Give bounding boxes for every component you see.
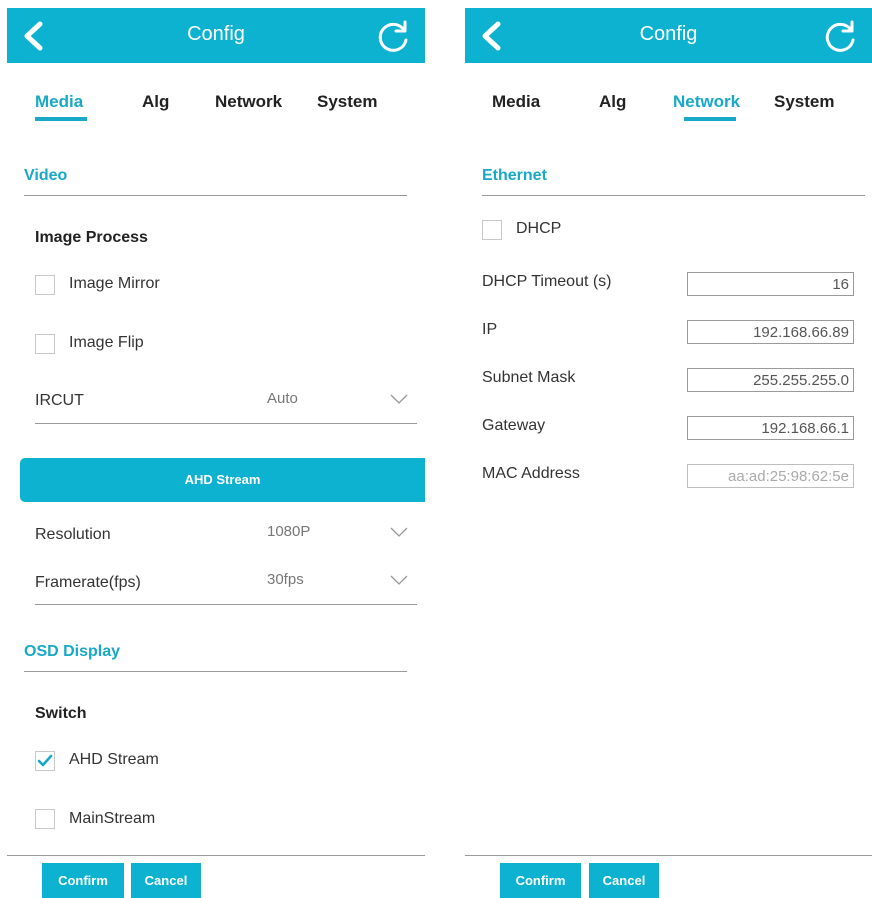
section-title-osd: OSD Display — [24, 643, 121, 660]
gateway-label: Gateway — [482, 417, 546, 434]
tab-alg[interactable]: Alg — [599, 92, 626, 112]
chevron-down-icon[interactable] — [390, 575, 408, 585]
app-header: Config — [465, 8, 872, 63]
image-flip-checkbox[interactable] — [35, 334, 55, 354]
row-divider — [35, 423, 417, 424]
subnet-mask-field[interactable] — [687, 368, 854, 392]
refresh-icon[interactable] — [375, 19, 411, 55]
tab-alg[interactable]: Alg — [142, 92, 169, 112]
switch-title: Switch — [35, 705, 87, 722]
cancel-button[interactable]: Cancel — [589, 863, 659, 898]
resolution-select-value[interactable]: 1080P — [267, 523, 310, 540]
row-divider — [35, 604, 417, 605]
tab-media[interactable]: Media — [492, 92, 540, 112]
mainstream-checkbox[interactable] — [35, 809, 55, 829]
dhcp-timeout-label: DHCP Timeout (s) — [482, 273, 612, 290]
chevron-down-icon[interactable] — [390, 527, 408, 537]
header-title: Config — [639, 23, 698, 45]
checkmark-icon — [37, 754, 53, 767]
header-title: Config — [187, 23, 245, 45]
ahd-stream-bar[interactable]: AHD Stream — [20, 458, 425, 502]
tab-network[interactable]: Network — [673, 92, 740, 112]
active-tab-indicator — [35, 117, 87, 121]
tab-network[interactable]: Network — [215, 92, 282, 112]
tab-system[interactable]: System — [774, 92, 834, 112]
ahd-stream-checkbox[interactable] — [35, 751, 55, 771]
ahd-stream-label: AHD Stream — [69, 751, 159, 768]
tab-media[interactable]: Media — [35, 92, 83, 112]
confirm-button[interactable]: Confirm — [500, 863, 581, 898]
cancel-button[interactable]: Cancel — [131, 863, 201, 898]
ircut-select-value[interactable]: Auto — [267, 390, 298, 407]
section-divider — [24, 671, 407, 672]
ircut-label: IRCUT — [35, 392, 84, 409]
framerate-label: Framerate(fps) — [35, 574, 141, 591]
chevron-down-icon[interactable] — [390, 394, 408, 404]
section-divider — [24, 195, 407, 196]
mac-address-label: MAC Address — [482, 465, 580, 482]
framerate-select-value[interactable]: 30fps — [267, 571, 304, 588]
section-divider — [482, 195, 865, 196]
image-mirror-label: Image Mirror — [69, 275, 160, 292]
image-flip-label: Image Flip — [69, 334, 144, 351]
resolution-label: Resolution — [35, 526, 111, 543]
refresh-icon[interactable] — [822, 19, 858, 55]
section-title-ethernet: Ethernet — [482, 167, 547, 184]
subnet-mask-label: Subnet Mask — [482, 369, 576, 386]
ip-field[interactable] — [687, 320, 854, 344]
network-config-panel: Config Media Alg Network System Ethernet… — [465, 0, 872, 898]
confirm-button[interactable]: Confirm — [42, 863, 124, 898]
dhcp-checkbox[interactable] — [482, 220, 502, 240]
ip-label: IP — [482, 321, 498, 338]
media-config-panel: Config Media Alg Network System Video Im… — [7, 0, 425, 898]
dhcp-label: DHCP — [516, 220, 562, 237]
mac-address-field — [687, 464, 854, 488]
dhcp-timeout-field[interactable] — [687, 272, 854, 296]
active-tab-indicator — [684, 117, 736, 121]
section-title-video: Video — [24, 167, 68, 184]
footer-divider — [465, 855, 872, 856]
app-header: Config — [7, 8, 425, 63]
image-mirror-checkbox[interactable] — [35, 275, 55, 295]
image-process-title: Image Process — [35, 229, 148, 246]
footer-divider — [7, 855, 425, 856]
mainstream-label: MainStream — [69, 810, 156, 827]
tab-system[interactable]: System — [317, 92, 377, 112]
gateway-field[interactable] — [687, 416, 854, 440]
